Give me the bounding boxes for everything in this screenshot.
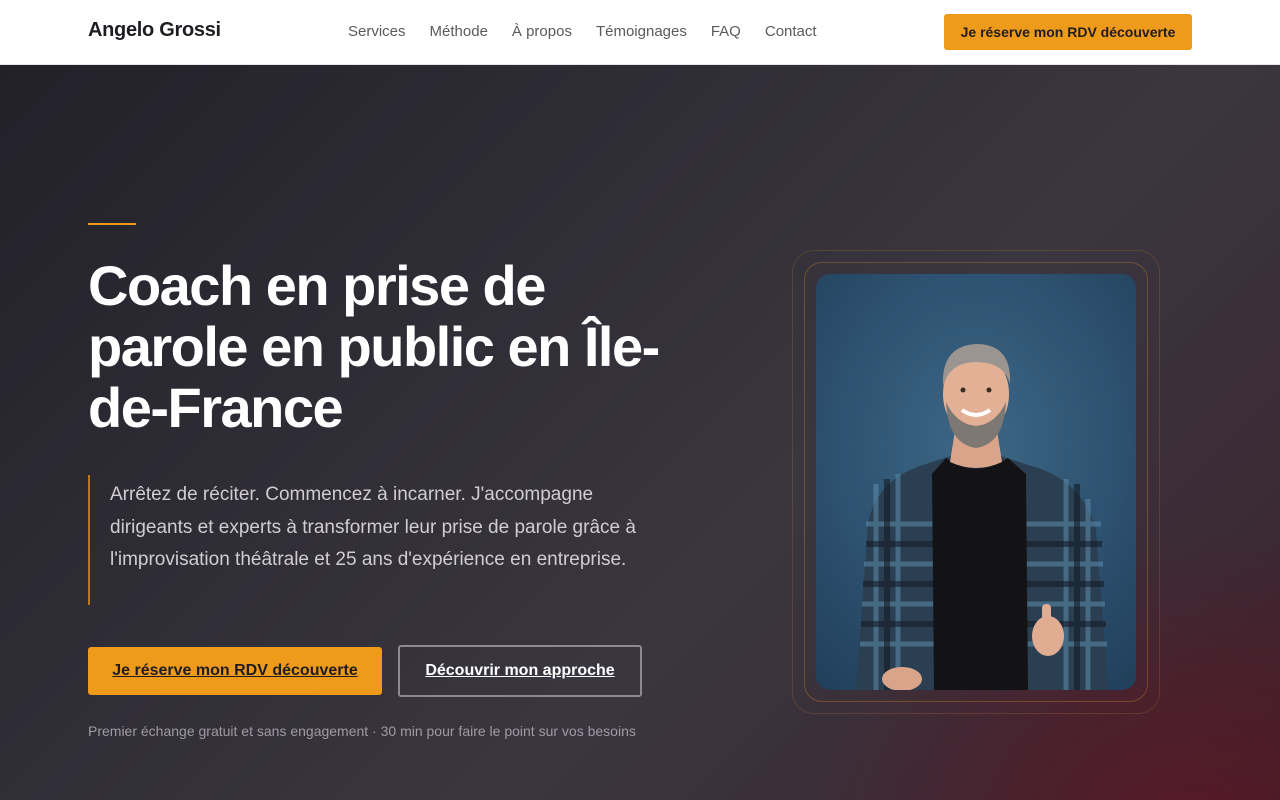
hero-note: Premier échange gratuit et sans engageme… bbox=[88, 723, 636, 739]
main-nav: Services Méthode À propos Témoignages FA… bbox=[348, 23, 841, 41]
header-cta-button[interactable]: Je réserve mon RDV découverte bbox=[944, 14, 1192, 50]
site-logo[interactable]: Angelo Grossi bbox=[88, 19, 221, 42]
coach-portrait-illustration bbox=[856, 344, 1108, 690]
nav-link-methode[interactable]: Méthode bbox=[430, 23, 488, 41]
site-header: Angelo Grossi Services Méthode À propos … bbox=[0, 0, 1280, 65]
hero-intro: Arrêtez de réciter. Commencez à incarner… bbox=[88, 475, 648, 605]
nav-link-services[interactable]: Services bbox=[348, 23, 406, 41]
book-appointment-button[interactable]: Je réserve mon RDV découverte bbox=[88, 647, 382, 695]
accent-line bbox=[88, 223, 136, 225]
nav-link-contact[interactable]: Contact bbox=[765, 23, 817, 41]
hero-intro-text: Arrêtez de réciter. Commencez à incarner… bbox=[110, 484, 636, 570]
discover-approach-button[interactable]: Découvrir mon approche bbox=[398, 645, 642, 697]
hero-section: Coach en prise de parole en public en Îl… bbox=[0, 65, 1280, 800]
coach-portrait-photo bbox=[816, 274, 1136, 690]
nav-link-a-propos[interactable]: À propos bbox=[512, 23, 572, 41]
nav-link-faq[interactable]: FAQ bbox=[711, 23, 741, 41]
nav-link-temoignages[interactable]: Témoignages bbox=[596, 23, 687, 41]
hero-title: Coach en prise de parole en public en Îl… bbox=[88, 254, 660, 439]
